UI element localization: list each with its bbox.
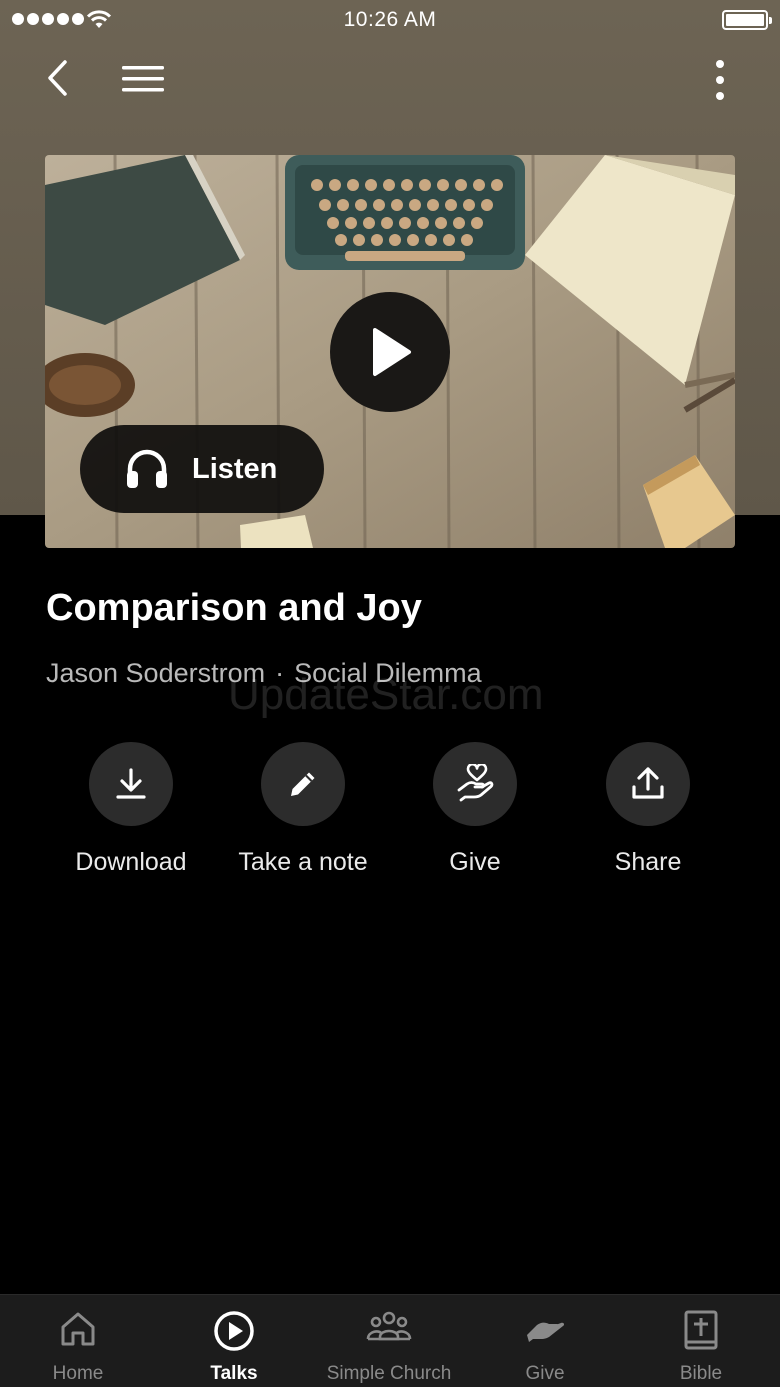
give-button[interactable]: Give: [385, 742, 565, 877]
listen-button[interactable]: Listen: [80, 425, 324, 513]
give-heart-hand-icon: [457, 764, 494, 802]
tab-give[interactable]: Give: [485, 1295, 605, 1387]
hamburger-icon: [122, 66, 164, 92]
tab-give-label: Give: [525, 1363, 565, 1384]
more-vertical-icon: [716, 60, 724, 100]
group-icon: [366, 1311, 412, 1341]
pencil-icon: [291, 772, 315, 796]
watermark: UpdateStar.com: [228, 670, 544, 719]
back-button[interactable]: [38, 56, 78, 100]
take-note-label: Take a note: [238, 848, 368, 876]
tab-home-label: Home: [52, 1363, 104, 1384]
chevron-left-icon: [48, 60, 67, 96]
tab-home[interactable]: Home: [18, 1295, 138, 1387]
tab-talks-label: Talks: [210, 1363, 258, 1384]
download-label: Download: [75, 848, 187, 876]
battery-icon: [722, 10, 772, 30]
download-circle: [89, 742, 173, 826]
headphones-icon: [127, 449, 167, 488]
download-icon: [116, 768, 146, 799]
talk-title: Comparison and Joy: [46, 587, 422, 629]
bible-icon: [684, 1310, 718, 1350]
give-label: Give: [449, 848, 501, 876]
tab-bar: Home Talks Simple Church Give Bible: [0, 1294, 780, 1387]
take-note-circle: [261, 742, 345, 826]
share-icon: [632, 767, 664, 799]
tab-talks[interactable]: Talks: [174, 1295, 294, 1387]
take-note-button[interactable]: Take a note: [213, 742, 393, 877]
tab-bible[interactable]: Bible: [641, 1295, 761, 1387]
share-label: Share: [614, 848, 682, 876]
home-icon: [61, 1312, 95, 1346]
share-button[interactable]: Share: [558, 742, 738, 877]
status-bar: 10:26 AM: [0, 0, 780, 40]
give-circle: [433, 742, 517, 826]
listen-label: Listen: [192, 452, 278, 485]
talk-artwork: Listen: [45, 155, 735, 548]
play-circle-icon: [214, 1311, 254, 1351]
give-hand-icon: [527, 1322, 565, 1342]
menu-button[interactable]: [118, 60, 168, 100]
tab-simple-church[interactable]: Simple Church: [309, 1295, 469, 1387]
more-options-button[interactable]: [705, 56, 735, 104]
play-icon: [373, 328, 411, 376]
status-time: 10:26 AM: [343, 8, 437, 31]
share-circle: [606, 742, 690, 826]
tab-simple-church-label: Simple Church: [326, 1363, 452, 1384]
download-button[interactable]: Download: [41, 742, 221, 877]
play-button[interactable]: [330, 292, 450, 412]
tab-bible-label: Bible: [679, 1363, 723, 1384]
